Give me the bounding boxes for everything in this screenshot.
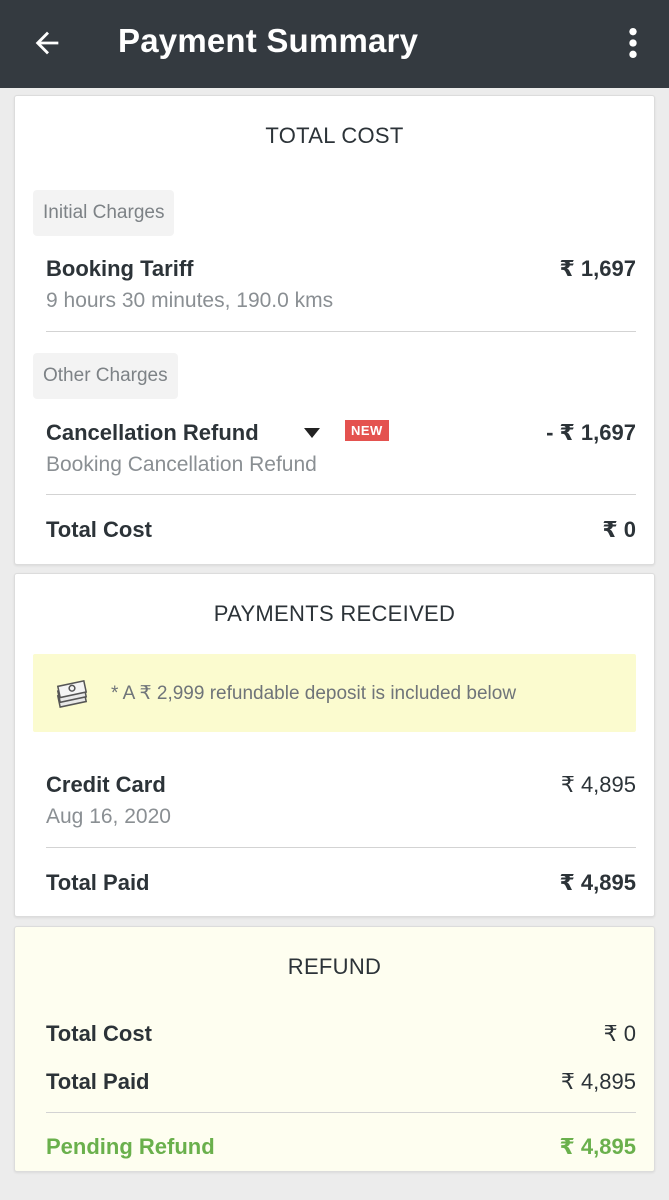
card-title: PAYMENTS RECEIVED <box>213 601 456 626</box>
total-cost-card: TOTAL COST Initial Charges Booking Tarif… <box>14 95 655 565</box>
back-arrow-icon[interactable] <box>30 26 64 60</box>
refund-total-paid-label: Total Paid <box>46 1069 150 1094</box>
booking-tariff-label: Booking Tariff <box>46 256 194 281</box>
total-cost-value: ₹ 0 <box>602 517 636 542</box>
deposit-notice-text: * A ₹ 2,999 refundable deposit is includ… <box>111 683 517 704</box>
pending-refund-label: Pending Refund <box>46 1134 215 1159</box>
card-title: TOTAL COST <box>265 123 404 148</box>
pending-refund-value: ₹ 4,895 <box>559 1134 636 1159</box>
caret-down-icon[interactable] <box>304 428 320 438</box>
payments-received-card: PAYMENTS RECEIVED * A ₹ 2,999 refundable… <box>14 573 655 917</box>
divider <box>46 494 636 495</box>
card-title: REFUND <box>287 954 382 979</box>
booking-tariff-details: 9 hours 30 minutes, 190.0 kms <box>46 289 334 312</box>
app-bar: Payment Summary <box>0 0 669 88</box>
divider <box>46 847 636 848</box>
new-badge: NEW <box>345 420 389 441</box>
cancellation-refund-details: Booking Cancellation Refund <box>46 453 317 476</box>
total-cost-label: Total Cost <box>46 517 152 542</box>
more-vert-icon[interactable] <box>622 26 644 60</box>
cancellation-refund-label[interactable]: Cancellation Refund <box>46 420 259 446</box>
booking-tariff-value: ₹ 1,697 <box>559 256 636 281</box>
divider <box>46 1112 636 1113</box>
deposit-notice: * A ₹ 2,999 refundable deposit is includ… <box>33 654 636 732</box>
credit-card-value: ₹ 4,895 <box>560 772 636 797</box>
money-stack-icon <box>56 679 88 708</box>
refund-total-cost-label: Total Cost <box>46 1021 152 1046</box>
divider <box>46 331 636 332</box>
other-charges-chip: Other Charges <box>33 353 178 399</box>
refund-total-cost-value: ₹ 0 <box>603 1021 636 1046</box>
initial-charges-chip: Initial Charges <box>33 190 175 236</box>
total-paid-value: ₹ 4,895 <box>559 870 636 895</box>
total-paid-label: Total Paid <box>46 870 150 895</box>
refund-card: REFUND Total Cost ₹ 0 Total Paid ₹ 4,895… <box>14 926 655 1172</box>
refund-total-paid-value: ₹ 4,895 <box>560 1069 636 1094</box>
page-title: Payment Summary <box>118 22 419 59</box>
credit-card-date: Aug 16, 2020 <box>46 805 171 828</box>
credit-card-label: Credit Card <box>46 772 166 797</box>
cancellation-refund-value: - ₹ 1,697 <box>546 420 636 445</box>
